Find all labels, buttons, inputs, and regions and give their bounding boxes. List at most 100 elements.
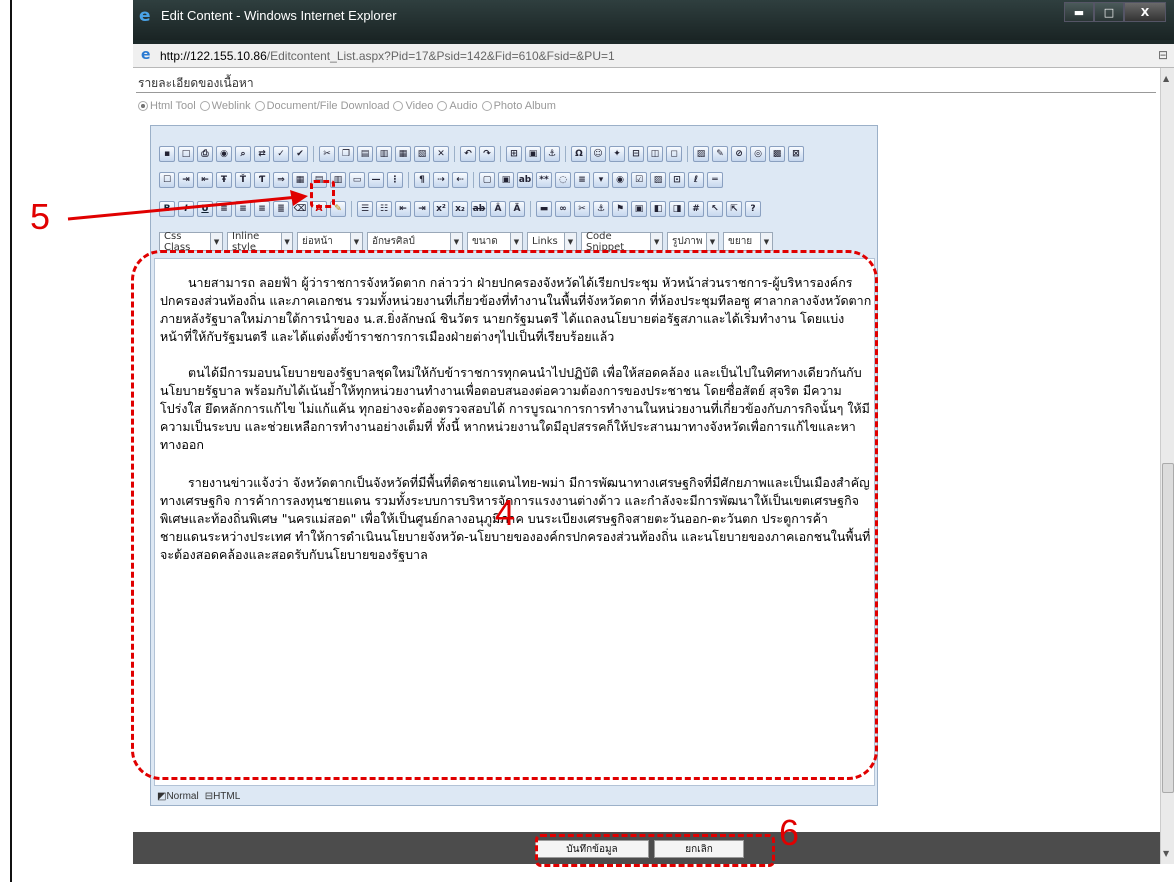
css-class-dropdown[interactable]: Css Class ▼ <box>159 231 223 253</box>
font-dropdown[interactable]: อักษรศิลป์ ▼ <box>367 232 463 251</box>
ltr-icon[interactable]: ⇢ <box>433 172 449 188</box>
image-dropdown[interactable]: รูปภาพ ▼ <box>667 232 719 251</box>
align-box-icon[interactable]: ☐ <box>159 172 175 188</box>
tab-normal[interactable]: ◩Normal <box>157 791 199 802</box>
save-button[interactable]: บันทึกข้อมูล <box>535 840 649 858</box>
strikethrough-icon[interactable]: ab <box>471 201 487 217</box>
highlight-icon[interactable]: ✎ <box>330 201 346 217</box>
gallery-icon[interactable]: ◎ <box>750 146 766 162</box>
box-icon[interactable]: ◻ <box>666 146 682 162</box>
select-icon[interactable]: ▾ <box>593 172 609 188</box>
minimize-button[interactable]: ▬ <box>1064 2 1094 22</box>
redo-icon[interactable]: ↷ <box>479 146 495 162</box>
merge-cells-icon[interactable]: ▭ <box>349 172 365 188</box>
delete-icon[interactable]: ✕ <box>433 146 449 162</box>
grid-icon[interactable]: # <box>688 201 704 217</box>
password-icon[interactable]: ** <box>536 172 552 188</box>
ordered-list-icon[interactable]: ☰ <box>357 201 373 217</box>
pointer-icon[interactable]: ↖ <box>707 201 723 217</box>
hr-icon[interactable]: — <box>368 172 384 188</box>
replace-icon[interactable]: ⇄ <box>254 146 270 162</box>
cell-props-icon[interactable]: ▥ <box>330 172 346 188</box>
bullet-list-icon[interactable]: ☷ <box>376 201 392 217</box>
scroll-down-icon[interactable]: ▼ <box>1163 849 1169 858</box>
anchor-icon[interactable]: ⚓ <box>544 146 560 162</box>
copy-icon[interactable]: ❐ <box>338 146 354 162</box>
snippet-icon[interactable]: ◨ <box>669 201 685 217</box>
outdent-icon[interactable]: ⇤ <box>197 172 213 188</box>
insert-table-icon[interactable]: ▦ <box>292 172 308 188</box>
input-box-icon[interactable]: ▢ <box>479 172 495 188</box>
media-icon[interactable]: ▣ <box>631 201 647 217</box>
new-doc-icon[interactable]: □ <box>178 146 194 162</box>
paste-text-icon[interactable]: ▥ <box>376 146 392 162</box>
format-b-icon[interactable]: Ť <box>235 172 251 188</box>
content-type-html-tool[interactable]: Html Tool <box>138 100 196 112</box>
flash-icon[interactable]: ✦ <box>609 146 625 162</box>
image-button-icon[interactable]: ▨ <box>650 172 666 188</box>
radio-icon[interactable] <box>199 101 210 111</box>
doc-icon[interactable]: ▩ <box>769 146 785 162</box>
format-d-icon[interactable]: ⇒ <box>273 172 289 188</box>
insert-link-icon[interactable]: ∞ <box>555 201 571 217</box>
hidden-field-icon[interactable]: ◌ <box>555 172 571 188</box>
layer-icon[interactable]: ◫ <box>647 146 663 162</box>
content-type-photo-album[interactable]: Photo Album <box>481 100 556 112</box>
image-icon[interactable]: ▨ <box>693 146 709 162</box>
special-char-icon[interactable]: Ω <box>571 146 587 162</box>
decrease-indent-icon[interactable]: ⇤ <box>395 201 411 217</box>
scroll-up-icon[interactable]: ▲ <box>1163 74 1169 83</box>
emoticon-icon[interactable]: ☺ <box>590 146 606 162</box>
format-a-icon[interactable]: Ŧ <box>216 172 232 188</box>
find-icon[interactable]: ⌕ <box>235 146 251 162</box>
bookmark-icon[interactable]: ⚑ <box>612 201 628 217</box>
page-break-icon[interactable]: ⋮ <box>387 172 403 188</box>
inline-style-dropdown[interactable]: Inline style ▼ <box>227 231 293 253</box>
underline-field-icon[interactable]: ═ <box>707 172 723 188</box>
template-icon[interactable]: ◧ <box>650 201 666 217</box>
content-type-audio[interactable]: Audio <box>437 100 478 112</box>
content-type-video[interactable]: Video <box>393 100 433 112</box>
content-type-weblink[interactable]: Weblink <box>199 100 251 112</box>
paragraph-icon[interactable]: ¶ <box>414 172 430 188</box>
link-icon[interactable]: ⊘ <box>731 146 747 162</box>
table-props-icon[interactable]: ▤ <box>311 172 327 188</box>
tab-html[interactable]: ⊟HTML <box>205 791 241 802</box>
listbox-icon[interactable]: ≡ <box>574 172 590 188</box>
links-dropdown[interactable]: Links ▼ <box>527 232 577 251</box>
horizontal-rule-icon[interactable]: ▬ <box>536 201 552 217</box>
radio-icon[interactable] <box>481 101 492 111</box>
maximize-button[interactable]: □ <box>1094 2 1124 22</box>
pdf-icon[interactable]: ⊠ <box>788 146 804 162</box>
checkbox-icon[interactable]: ☑ <box>631 172 647 188</box>
increase-indent-icon[interactable]: ⇥ <box>414 201 430 217</box>
zoom-dropdown[interactable]: ขยาย ▼ <box>723 232 773 251</box>
spellcheck-icon[interactable]: ✓ <box>273 146 289 162</box>
certificate-icon[interactable]: ⊟ <box>1158 48 1168 62</box>
radio-icon[interactable] <box>254 101 265 111</box>
code-snippet-dropdown[interactable]: Code Snippet ▼ <box>581 231 663 253</box>
paste-html-icon[interactable]: ▧ <box>414 146 430 162</box>
submit-button-icon[interactable]: ⊡ <box>669 172 685 188</box>
format-c-icon[interactable]: Ƭ <box>254 172 270 188</box>
unlink-icon[interactable]: ✂ <box>574 201 590 217</box>
save-icon[interactable]: ▪ <box>159 146 175 162</box>
subscript-icon[interactable]: x₂ <box>452 201 468 217</box>
size-dropdown[interactable]: ขนาด ▼ <box>467 232 523 251</box>
superscript-icon[interactable]: x² <box>433 201 449 217</box>
print-icon[interactable]: ⎙ <box>197 146 213 162</box>
paragraph-dropdown[interactable]: ย่อหน้า ▼ <box>297 232 363 251</box>
cut-icon[interactable]: ✂ <box>319 146 335 162</box>
radio-icon[interactable] <box>138 101 148 111</box>
paste-icon[interactable]: ▤ <box>357 146 373 162</box>
textfield-icon[interactable]: ab <box>517 172 533 188</box>
close-button[interactable]: X <box>1124 2 1166 22</box>
select-all-icon[interactable]: ⇱ <box>726 201 742 217</box>
preview-icon[interactable]: ◉ <box>216 146 232 162</box>
radio-icon[interactable] <box>393 101 404 111</box>
scroll-thumb[interactable] <box>1162 463 1174 793</box>
address-url[interactable]: http://122.155.10.86/Editcontent_List.as… <box>160 49 615 63</box>
content-type-document[interactable]: Document/File Download <box>254 100 389 112</box>
spellcheck-auto-icon[interactable]: ✔ <box>292 146 308 162</box>
radio-button-icon[interactable]: ◉ <box>612 172 628 188</box>
